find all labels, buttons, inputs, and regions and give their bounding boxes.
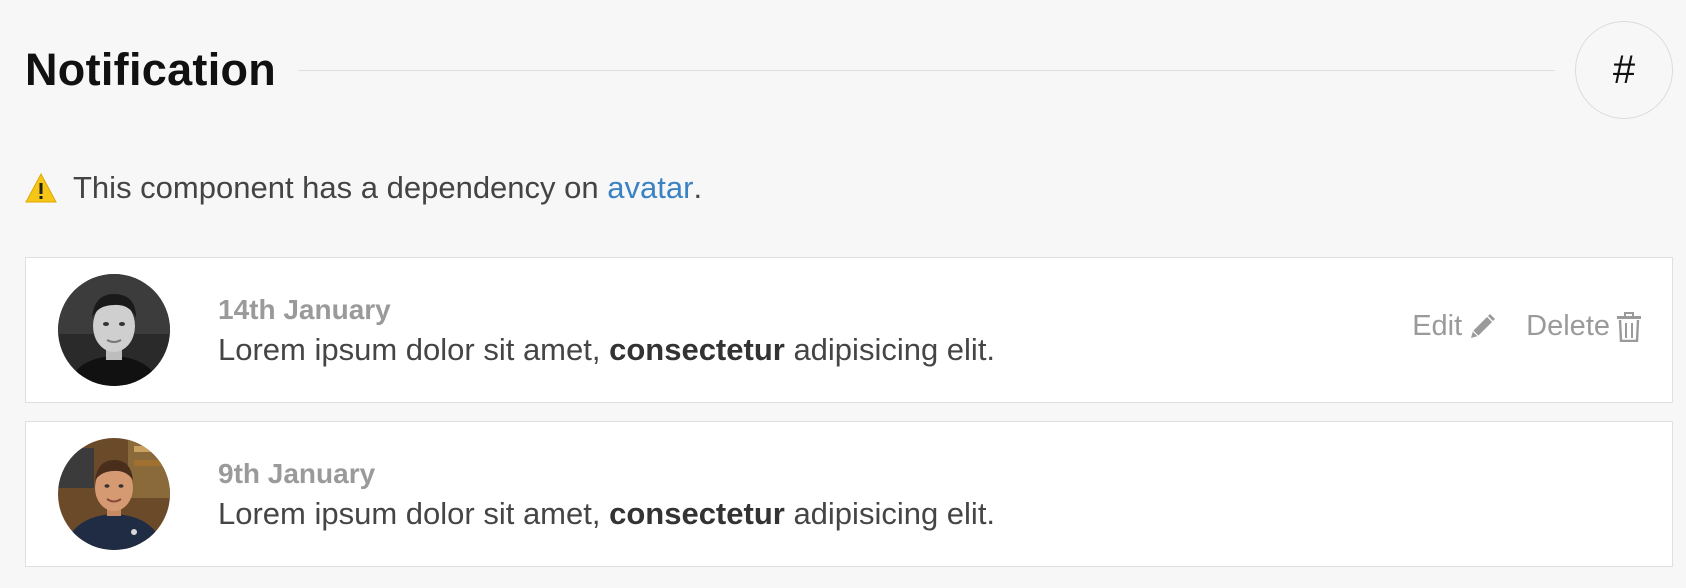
notification-message: Lorem ipsum dolor sit amet, consectetur … <box>218 328 995 372</box>
notification-message: Lorem ipsum dolor sit amet, consectetur … <box>218 492 995 536</box>
delete-button[interactable]: Delete <box>1526 310 1642 343</box>
message-emphasis: consectetur <box>609 496 785 531</box>
message-text: Lorem ipsum dolor sit amet, <box>218 332 610 367</box>
dependency-suffix: . <box>693 170 703 205</box>
notification-date: 14th January <box>218 294 391 325</box>
dependency-note: This component has a dependency on avata… <box>25 168 702 208</box>
notification-content: 14th January Lorem ipsum dolor sit amet,… <box>218 292 995 372</box>
trash-icon <box>1617 311 1641 342</box>
notification-item: 9th January Lorem ipsum dolor sit amet, … <box>25 421 1673 567</box>
avatar-dependency-link[interactable]: avatar <box>607 170 693 206</box>
anchor-link-button[interactable]: # <box>1575 21 1673 119</box>
pencil-icon <box>1471 313 1496 338</box>
header-divider <box>298 69 1555 71</box>
dependency-text: This component has a dependency on <box>73 170 608 205</box>
notification-content: 9th January Lorem ipsum dolor sit amet, … <box>218 456 995 536</box>
notification-actions: Edit Delete <box>1382 310 1642 343</box>
notification-item: 14th January Lorem ipsum dolor sit amet,… <box>25 257 1673 403</box>
edit-label: Edit <box>1412 310 1463 342</box>
delete-label: Delete <box>1526 310 1610 342</box>
message-emphasis: consectetur <box>609 332 785 367</box>
warning-icon <box>25 172 57 203</box>
avatar <box>58 274 170 386</box>
section-header: Notification # <box>25 20 1673 120</box>
message-text: Lorem ipsum dolor sit amet, <box>218 496 610 531</box>
message-text-end: adipisicing elit. <box>784 496 996 531</box>
notification-date: 9th January <box>218 458 376 489</box>
avatar <box>58 438 170 550</box>
page-title: Notification <box>25 44 277 95</box>
message-text-end: adipisicing elit. <box>784 332 996 367</box>
notification-doc-page: Notification # This component has a depe… <box>0 0 1686 588</box>
edit-button[interactable]: Edit <box>1412 310 1496 343</box>
